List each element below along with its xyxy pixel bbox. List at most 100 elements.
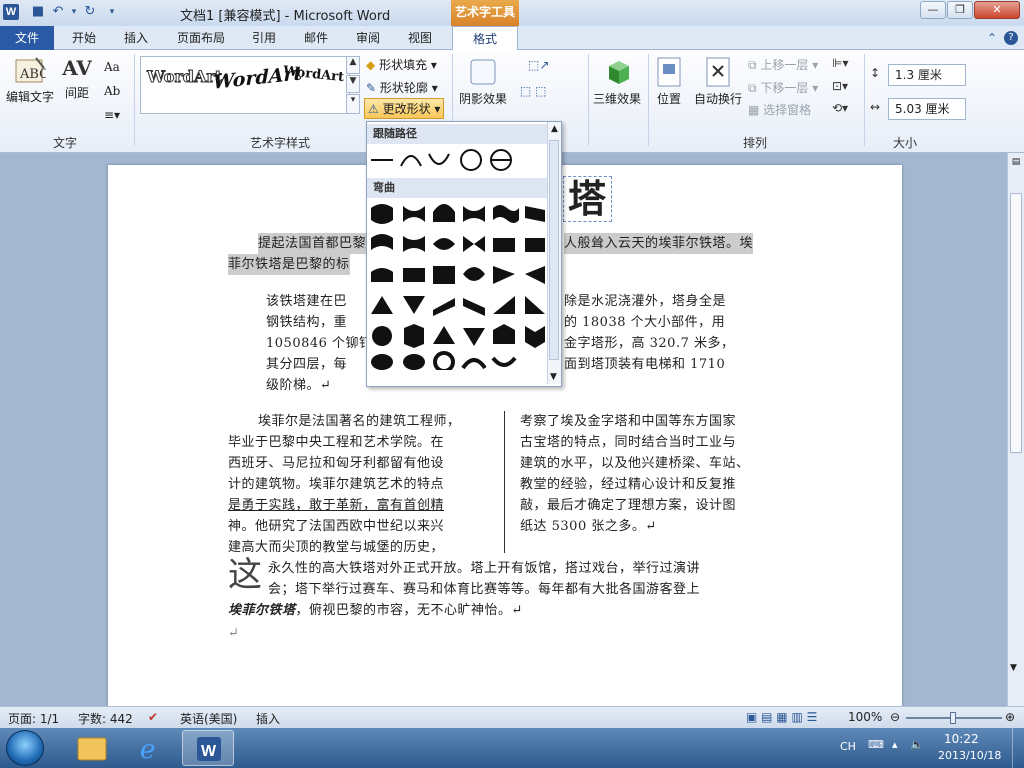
dropdown-scrollbar[interactable]: ▲ ▼ xyxy=(547,122,561,384)
window-title: 文档1 [兼容模式] - Microsoft Word xyxy=(180,9,391,24)
shadow-effects-button[interactable]: 阴影效果 xyxy=(458,56,508,107)
ruler-toggle-icon[interactable]: ▤ xyxy=(1010,157,1022,169)
group-separator xyxy=(134,54,135,146)
shape-outline-label: 形状轮廓 xyxy=(379,81,428,95)
nudge-up-icon[interactable]: ⬚↗ xyxy=(528,58,549,72)
undo-dropdown-icon[interactable]: ▾ xyxy=(66,4,82,20)
wrap-text-icon xyxy=(706,57,730,87)
tab-review[interactable]: 审阅 xyxy=(348,26,388,50)
tray-expand-icon[interactable]: ▴ xyxy=(892,738,898,751)
clock-date[interactable]: 2013/10/18 xyxy=(938,749,1001,762)
3d-effects-button[interactable]: 三维效果 xyxy=(592,56,642,107)
wordart-style-gallery[interactable]: WordArt WordArt WordArt xyxy=(140,56,350,114)
shape-outline-button[interactable]: ✎ 形状轮廓 ▾ xyxy=(366,79,438,96)
selection-pane-label: 选择窗格 xyxy=(763,103,812,117)
language-indicator[interactable]: 英语(美国) xyxy=(180,710,237,727)
insert-mode[interactable]: 插入 xyxy=(256,710,280,727)
warp-shape-20 xyxy=(403,296,425,314)
scroll-thumb[interactable] xyxy=(1010,193,1022,453)
tab-references[interactable]: 引用 xyxy=(244,26,284,50)
dropdown-scroll-up-icon[interactable]: ▲ xyxy=(548,124,561,134)
wordart-title[interactable]: 塔 xyxy=(563,176,612,222)
group-icon[interactable]: ⊡▾ xyxy=(832,79,848,93)
tab-page-layout[interactable]: 页面布局 xyxy=(170,26,232,50)
bring-forward-button[interactable]: ⧉ 上移一层 ▾ xyxy=(748,56,818,73)
tab-home[interactable]: 开始 xyxy=(62,26,106,50)
gallery-down-button[interactable]: ▼ xyxy=(346,75,360,93)
follow-path-header: 跟随路径 xyxy=(367,124,549,144)
change-shape-button[interactable]: ⚠ 更改形状 ▾ xyxy=(364,98,445,119)
tab-mailings[interactable]: 邮件 xyxy=(296,26,336,50)
help-icon[interactable]: ? xyxy=(1004,31,1018,45)
col2-line-6: 纸达 5300 张之多。↵ xyxy=(520,519,657,534)
undo-icon[interactable]: ↶ xyxy=(50,4,66,20)
selection-pane-button[interactable]: ▦ 选择窗格 xyxy=(748,101,811,118)
spacing-button[interactable]: AV 间距 xyxy=(60,56,94,101)
shape-width-field[interactable]: 5.03 厘米 xyxy=(888,98,966,120)
vertical-text-button[interactable]: Ab xyxy=(104,84,120,98)
explorer-taskbar-button[interactable] xyxy=(66,730,118,766)
close-button[interactable]: ✕ xyxy=(974,1,1020,19)
group-separator xyxy=(648,54,649,146)
warp-header: 弯曲 xyxy=(367,178,549,198)
start-button[interactable] xyxy=(6,730,44,766)
send-backward-icon: ⧉ xyxy=(748,81,757,95)
align-text-icon[interactable]: ≡▾ xyxy=(104,108,120,122)
wrap-text-button[interactable]: 自动换行 xyxy=(692,56,744,107)
zoom-in-icon[interactable]: ⊕ xyxy=(1005,710,1015,724)
show-desktop-button[interactable] xyxy=(1012,728,1024,768)
proofing-icon[interactable]: ✔ xyxy=(148,710,158,724)
wordart-tools-context-label: 艺术字工具 xyxy=(451,0,519,26)
gallery-more-button[interactable]: ▾ xyxy=(346,94,360,114)
shape-height-field[interactable]: 1.3 厘米 xyxy=(888,64,966,86)
send-backward-button[interactable]: ⧉ 下移一层 ▾ xyxy=(748,79,818,96)
tab-insert[interactable]: 插入 xyxy=(114,26,158,50)
vertical-scrollbar[interactable]: ▤ ▼ xyxy=(1007,153,1024,706)
nudge-sides-icon[interactable]: ⬚ ⬚ xyxy=(520,84,547,98)
warp-shape-27 xyxy=(433,326,455,344)
tab-file[interactable]: 文件 xyxy=(0,26,54,50)
maximize-button[interactable]: ❐ xyxy=(947,1,973,19)
word-count[interactable]: 字数: 442 xyxy=(78,710,133,727)
warp-shape-16 xyxy=(463,267,485,281)
zoom-level[interactable]: 100% xyxy=(848,710,882,724)
position-button[interactable]: 位置 xyxy=(652,56,686,107)
warp-shapes-grid[interactable] xyxy=(367,200,547,370)
last-para-line-1: 永久性的高大铁塔对外正式开放。塔上开有饭馆，搭过戏台，举行过演讲 xyxy=(268,561,701,576)
customize-toolbar-icon[interactable]: ▾ xyxy=(104,4,120,20)
warp-shape-30 xyxy=(525,326,545,348)
word-taskbar-button[interactable]: W xyxy=(182,730,234,766)
minimize-button[interactable]: — xyxy=(920,1,946,19)
warp-shape-12 xyxy=(525,238,545,252)
edit-text-button[interactable]: ABC 编辑文字 xyxy=(4,56,56,105)
view-buttons-icon[interactable]: ▣ ▤ ▦ ▥ ☰ xyxy=(746,710,817,724)
status-bar: 页面: 1/1 字数: 442 ✔ 英语(美国) 插入 ▣ ▤ ▦ ▥ ☰ 10… xyxy=(0,706,1024,728)
input-language[interactable]: CH xyxy=(840,740,856,753)
shape-outline-icon: ✎ xyxy=(366,81,377,95)
save-icon[interactable]: ■ xyxy=(30,4,46,20)
shape-fill-button[interactable]: ◆ 形状填充 ▾ xyxy=(366,56,437,73)
align-icon[interactable]: ⊫▾ xyxy=(832,56,848,70)
scroll-down-icon[interactable]: ▼ xyxy=(1010,663,1017,673)
word-logo-icon[interactable]: W xyxy=(3,4,19,20)
even-height-button[interactable]: Aa xyxy=(104,60,120,74)
rotate-icon[interactable]: ⟲▾ xyxy=(832,101,848,115)
page-count[interactable]: 页面: 1/1 xyxy=(8,710,59,727)
wordart-style-1[interactable]: WordArt xyxy=(146,67,222,87)
dropdown-scroll-down-icon[interactable]: ▼ xyxy=(550,372,557,382)
volume-icon[interactable]: 🔈 xyxy=(910,738,924,751)
dropdown-scroll-thumb[interactable] xyxy=(549,140,559,360)
ie-taskbar-button[interactable]: e xyxy=(124,730,176,766)
tab-format[interactable]: 格式 xyxy=(452,26,518,51)
gallery-up-button[interactable]: ▲ xyxy=(346,56,360,74)
tab-view[interactable]: 视图 xyxy=(400,26,440,50)
redo-icon[interactable]: ↻ xyxy=(82,4,98,20)
keyboard-icon[interactable]: ⌨ xyxy=(868,738,884,751)
zoom-slider-thumb[interactable] xyxy=(950,712,956,724)
minimize-ribbon-icon[interactable]: ⌃ xyxy=(984,30,1000,46)
3d-effects-label: 三维效果 xyxy=(592,92,641,106)
zoom-out-icon[interactable]: ⊖ xyxy=(890,710,900,724)
clock-time[interactable]: 10:22 xyxy=(944,732,979,746)
bring-forward-icon: ⧉ xyxy=(748,58,757,72)
warp-shape-31 xyxy=(371,354,393,370)
